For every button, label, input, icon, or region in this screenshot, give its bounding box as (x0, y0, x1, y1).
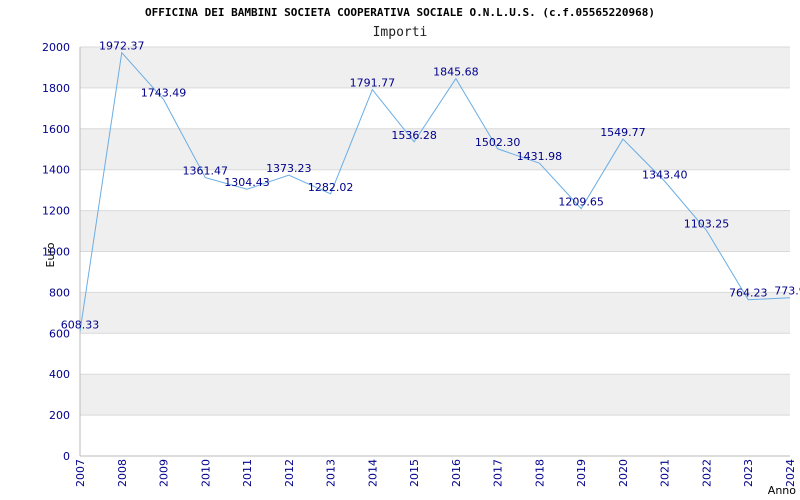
data-label: 1361.47 (183, 165, 229, 178)
x-axis-label: Anno (768, 484, 796, 497)
x-tick-labels: 2007 2008 2009 2010 2011 2012 2013 2014 2015 2016… (74, 459, 797, 487)
y-tick-label: 1600 (42, 123, 70, 136)
x-tick-label: 2018 (533, 459, 546, 487)
x-tick-label: 2024 (784, 459, 797, 487)
y-tick-label: 1400 (42, 164, 70, 177)
data-label: 1373.23 (266, 162, 312, 175)
grid-band (80, 292, 790, 334)
data-label: 773.9 (774, 285, 800, 298)
data-label: 1431.98 (517, 150, 563, 163)
data-label: 1103.25 (684, 217, 730, 230)
x-tick-label: 2011 (241, 459, 254, 487)
x-tick-label: 2015 (408, 459, 421, 487)
x-tick-label: 2023 (742, 459, 755, 487)
line-chart: 0200400600800100012001400160018002000 20… (42, 40, 800, 497)
x-tick-label: 2016 (450, 459, 463, 487)
x-tick-label: 2009 (158, 459, 171, 487)
x-tick-label: 2017 (492, 459, 505, 487)
x-tick-label: 2022 (700, 459, 713, 487)
data-label: 1304.43 (224, 176, 270, 189)
x-tick-label: 2013 (325, 459, 338, 487)
data-label: 1549.77 (600, 126, 646, 139)
series-line (79, 51, 791, 332)
x-tick-label: 2010 (199, 459, 212, 487)
x-tick-label: 2020 (617, 459, 630, 487)
data-label: 764.23 (729, 287, 768, 300)
data-label: 1209.65 (558, 196, 604, 209)
x-tick-label: 2007 (74, 459, 87, 487)
data-label: 1791.77 (350, 77, 396, 90)
data-label: 1743.49 (141, 86, 187, 99)
x-tick-label: 2012 (283, 459, 296, 487)
y-tick-label: 400 (49, 368, 70, 381)
x-tick-label: 2021 (659, 459, 672, 487)
data-label: 1502.30 (475, 136, 521, 149)
data-label: 608.33 (61, 319, 100, 332)
y-tick-label: 200 (49, 409, 70, 422)
y-tick-label: 800 (49, 286, 70, 299)
y-tick-label: 0 (63, 450, 70, 463)
data-label: 1972.37 (99, 40, 145, 53)
data-label: 1282.02 (308, 181, 354, 194)
x-tick-label: 2019 (575, 459, 588, 487)
x-tick-label: 2014 (366, 459, 379, 487)
data-label: 1343.40 (642, 168, 688, 181)
data-label: 1845.68 (433, 66, 479, 79)
grid-bands (80, 47, 790, 416)
y-tick-label: 1200 (42, 205, 70, 218)
grid-band (80, 374, 790, 416)
y-axis-label: Euro (44, 242, 57, 267)
data-label: 1536.28 (391, 129, 437, 142)
x-tick-label: 2008 (116, 459, 129, 487)
y-tick-label: 1800 (42, 82, 70, 95)
y-tick-label: 2000 (42, 41, 70, 54)
